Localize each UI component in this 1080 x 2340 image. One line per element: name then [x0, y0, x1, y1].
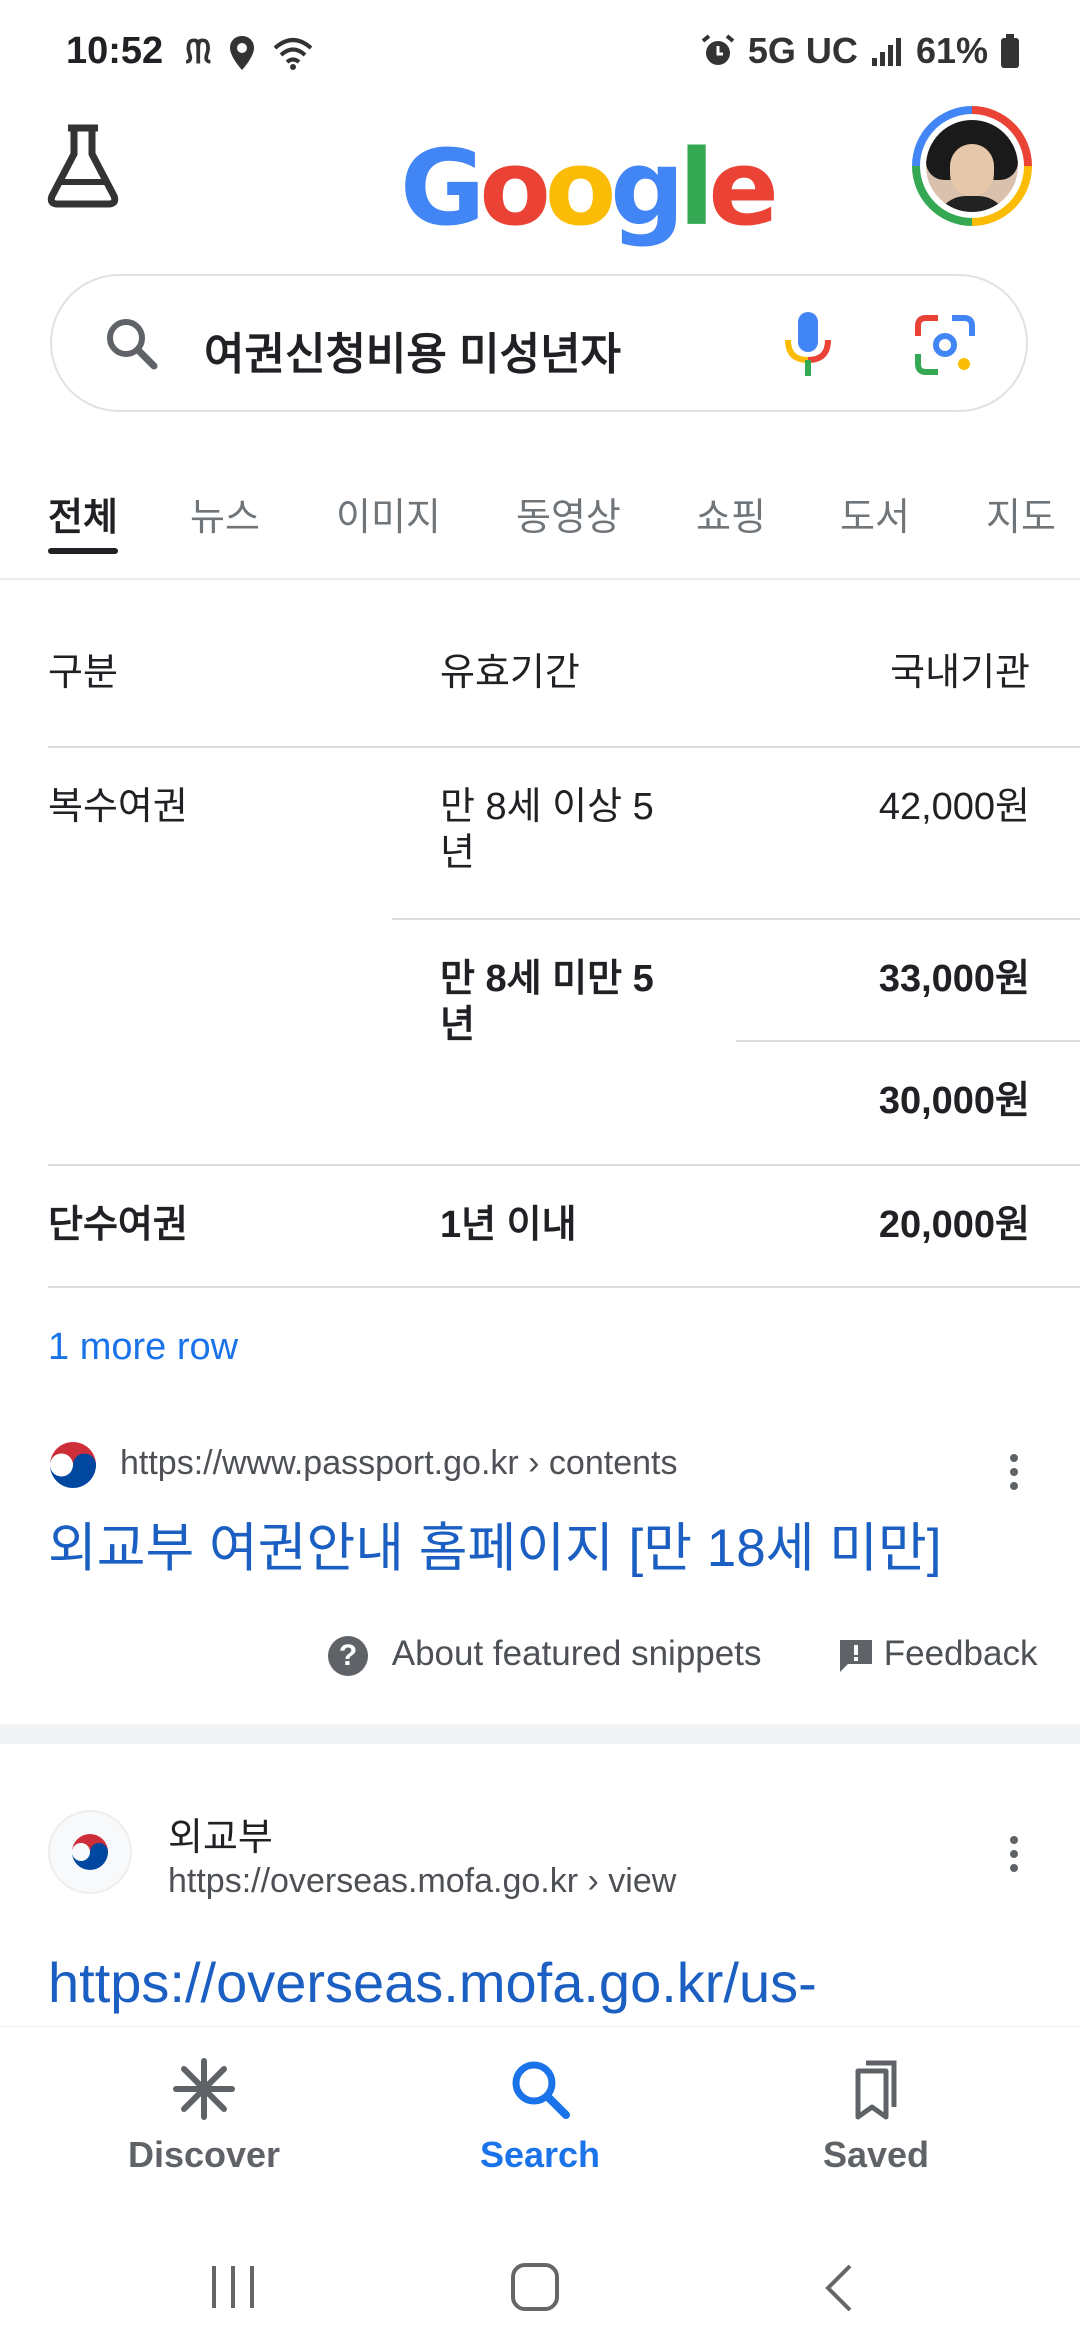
alarm-icon — [701, 34, 735, 65]
help-icon: ? — [328, 1635, 368, 1676]
logo-letter-l: l — [678, 127, 715, 249]
asterisk-icon — [173, 2058, 235, 2120]
tab-shopping[interactable]: 쇼핑 — [696, 486, 766, 541]
result-title[interactable]: 외교부 여권안내 홈페이지 [만 18세 미만] — [48, 1506, 941, 1582]
nav-search[interactable]: Search — [420, 2057, 660, 2176]
wifi-icon — [274, 38, 313, 70]
search-query[interactable]: 여권신청비용 미성년자 — [204, 318, 621, 382]
google-logo: Google — [400, 127, 779, 249]
battery-icon — [1001, 34, 1019, 68]
table-cell-type: 복수여권 — [48, 786, 188, 828]
table-cell-type: 단수여권 — [48, 1204, 188, 1246]
status-bar: 10:52 ᙏ 5G UC 61% — [0, 0, 1080, 100]
result-title[interactable]: https://overseas.mofa.go.kr/us- — [48, 1950, 817, 2015]
feedback-link[interactable]: Feedback — [838, 1634, 1037, 1674]
google-lens-icon[interactable] — [914, 314, 976, 376]
table-cell-period: 만 8세 이상 5년 — [440, 786, 654, 874]
table-divider — [48, 746, 1080, 748]
more-options-icon[interactable] — [1008, 1836, 1020, 1878]
mcdonalds-icon: ᙏ — [185, 34, 212, 70]
home-icon[interactable] — [510, 2262, 560, 2312]
battery-label: 61% — [915, 30, 988, 71]
mofa-favicon — [48, 1810, 132, 1894]
bottom-navigation: Discover Search Saved — [0, 2026, 1080, 2227]
system-navigation-bar — [0, 2226, 1080, 2340]
tab-images[interactable]: 이미지 — [336, 486, 441, 541]
table-divider — [392, 918, 1080, 920]
result-url[interactable]: https://www.passport.go.kr › contents — [120, 1444, 677, 1483]
table-cell-fee: 33,000원 — [878, 958, 1030, 1000]
table-cell-fee: 30,000원 — [878, 1080, 1030, 1122]
logo-letter-o1: o — [479, 127, 550, 249]
status-time: 10:52 — [66, 30, 164, 72]
logo-letter-e: e — [708, 127, 779, 249]
labs-flask-icon[interactable] — [46, 124, 120, 208]
network-label: 5G UC — [747, 30, 858, 71]
table-cell-period: 만 8세 미만 5년 — [440, 958, 654, 1046]
tab-videos[interactable]: 동영상 — [516, 486, 621, 541]
about-snippets-link[interactable]: ? About featured snippets — [328, 1634, 761, 1676]
mofa-favicon — [48, 1440, 98, 1490]
nav-discover[interactable]: Discover — [84, 2057, 324, 2176]
logo-letter-g: G — [400, 127, 485, 249]
table-cell-fee: 20,000원 — [878, 1204, 1030, 1246]
table-divider — [48, 1286, 1080, 1288]
signal-icon — [871, 38, 901, 66]
result-url[interactable]: https://overseas.mofa.go.kr › view — [168, 1862, 676, 1901]
feedback-icon — [840, 1639, 872, 1672]
nav-saved[interactable]: Saved — [756, 2057, 996, 2176]
logo-letter-g2: g — [610, 127, 684, 249]
table-cell-fee: 42,000원 — [878, 786, 1030, 828]
back-icon[interactable] — [822, 2262, 854, 2314]
section-separator — [0, 1724, 1080, 1744]
table-header-fee: 국내기관 — [890, 652, 1030, 694]
tab-news[interactable]: 뉴스 — [190, 486, 260, 541]
tab-maps[interactable]: 지도 — [986, 486, 1056, 541]
table-header-period: 유효기간 — [440, 652, 580, 694]
table-header-type: 구분 — [48, 652, 118, 694]
more-options-icon[interactable] — [1008, 1454, 1020, 1496]
account-avatar[interactable] — [912, 106, 1032, 226]
recent-apps-icon[interactable] — [208, 2264, 258, 2310]
search-tabs: 전체 뉴스 이미지 동영상 쇼핑 도서 지도 — [0, 478, 1080, 580]
table-cell-period: 1년 이내 — [440, 1204, 577, 1246]
microphone-icon[interactable] — [782, 310, 834, 380]
search-icon — [512, 2061, 570, 2119]
table-divider — [736, 1040, 1080, 1042]
search-bar[interactable]: 여권신청비용 미성년자 — [50, 274, 1028, 412]
location-icon — [230, 36, 255, 70]
search-icon — [107, 319, 158, 370]
table-divider — [48, 1164, 1080, 1166]
logo-letter-o2: o — [544, 127, 616, 249]
saved-bookmark-icon — [855, 2060, 897, 2120]
result-site-name: 외교부 — [168, 1817, 273, 1859]
tab-all[interactable]: 전체 — [48, 486, 118, 554]
tab-books[interactable]: 도서 — [840, 486, 910, 541]
more-rows-link[interactable]: 1 more row — [48, 1326, 238, 1369]
